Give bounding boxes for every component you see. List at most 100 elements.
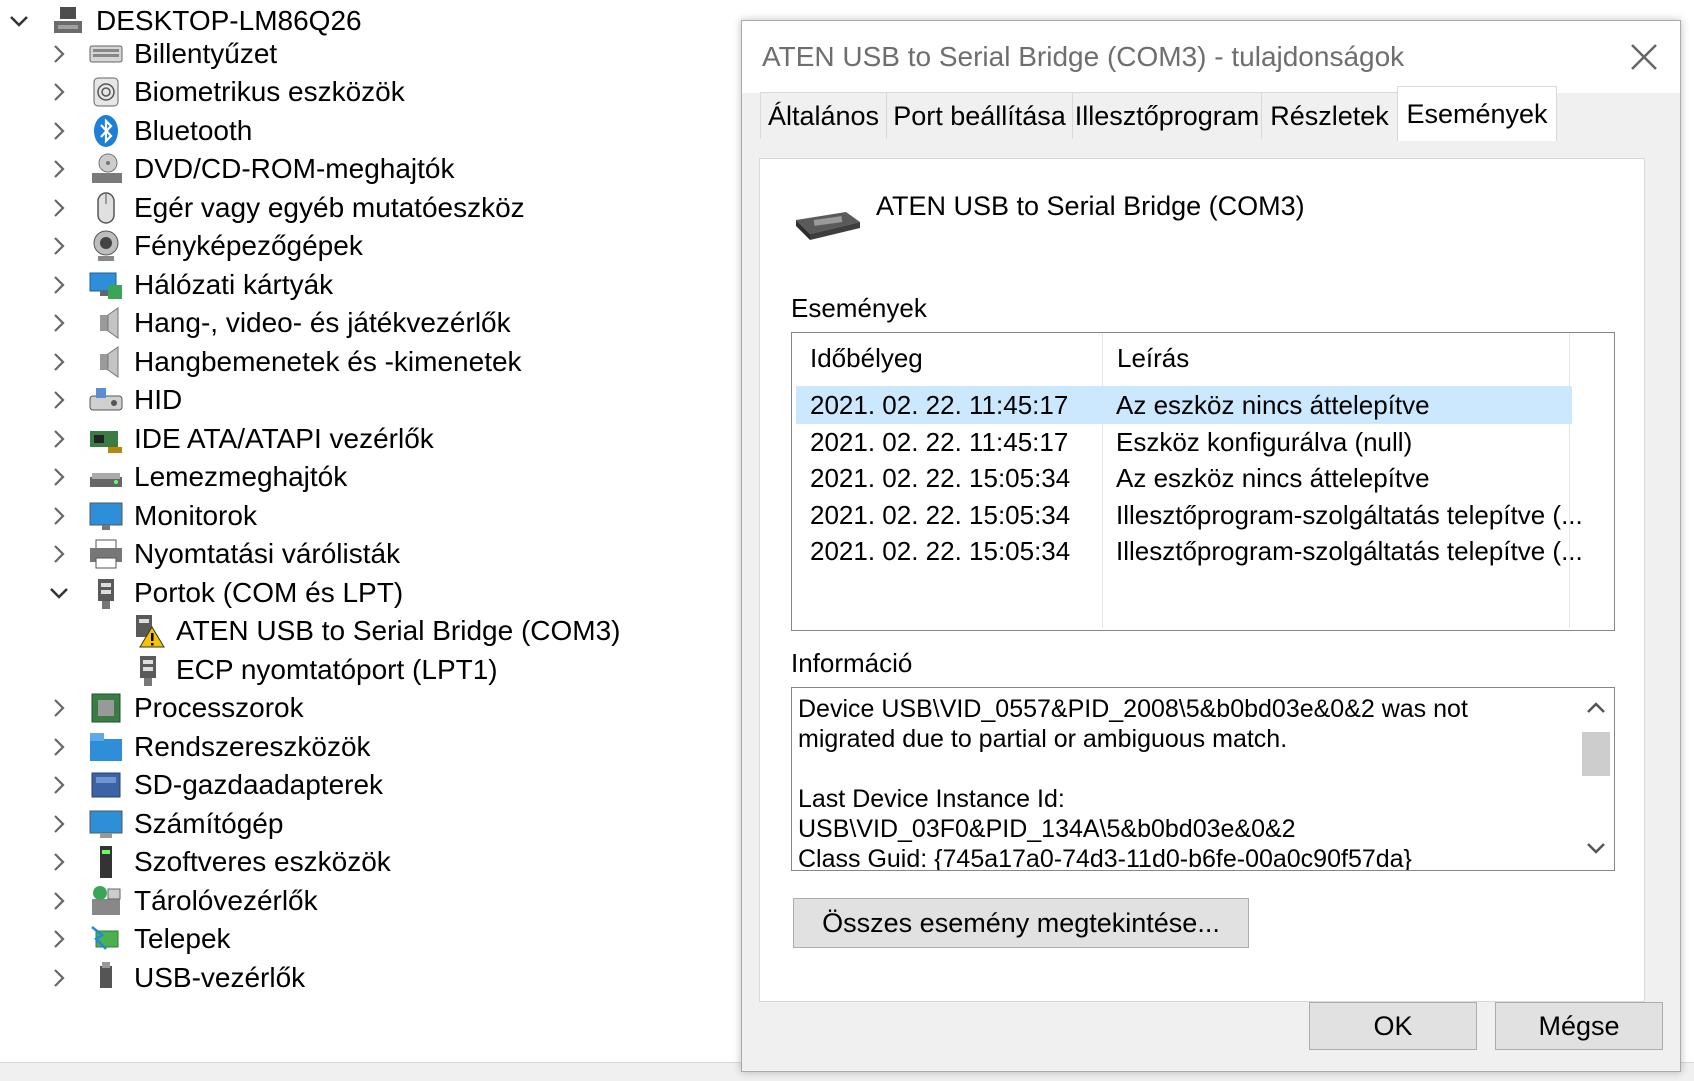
chevron-right-icon[interactable] [48,813,70,835]
tree-item-label: Bluetooth [134,114,253,146]
tree-category-item[interactable]: Számítógép [48,803,283,844]
tree-item-label: Egér vagy egyéb mutatóeszköz [134,191,525,223]
chevron-right-icon[interactable] [48,120,70,142]
tree-device-item[interactable]: ECP nyomtatóport (LPT1) [130,649,498,690]
tree-category-item[interactable]: DVD/CD-ROM-meghajtók [48,149,455,190]
tree-category-item[interactable]: Bluetooth [48,110,252,151]
scroll-up-icon[interactable] [1586,700,1606,719]
system-devices-icon [88,729,124,765]
event-row[interactable]: 2021. 02. 22. 11:45:17 Az eszköz nincs át… [796,386,1572,424]
dialog-titlebar[interactable]: ATEN USB to Serial Bridge (COM3) - tulaj… [742,21,1680,93]
chevron-right-icon[interactable] [48,466,70,488]
tab-general[interactable]: Általános [760,92,887,139]
event-description: Illesztőprogram-szolgáltatás telepítve (… [1116,499,1583,530]
ok-button[interactable]: OK [1309,1002,1477,1050]
tree-category-item[interactable]: Rendszereszközök [48,726,371,767]
tree-item-label: IDE ATA/ATAPI vezérlők [134,422,434,454]
close-icon[interactable] [1622,35,1666,79]
chevron-right-icon[interactable] [48,928,70,950]
event-row[interactable]: 2021. 02. 22. 15:05:34 Az eszköz nincs át… [796,459,1572,497]
tree-device-item[interactable]: ATEN USB to Serial Bridge (COM3) [130,611,621,652]
chevron-right-icon[interactable] [48,967,70,989]
chevron-right-icon[interactable] [48,774,70,796]
tree-item-label: DVD/CD-ROM-meghajtók [134,153,455,184]
view-all-events-button[interactable]: Összes esemény megtekintése... [793,898,1249,948]
tree-category-item[interactable]: Telepek [48,919,231,960]
tree-item-label: Fényképezőgépek [134,230,363,261]
tab-events[interactable]: Események [1397,86,1557,141]
cancel-button[interactable]: Mégse [1495,1002,1663,1050]
network-adapter-icon [88,267,124,303]
chevron-down-icon[interactable] [8,10,30,32]
tree-item-label: Biometrikus eszközök [134,76,405,107]
scroll-thumb[interactable] [1582,732,1610,776]
tab-details[interactable]: Részletek [1261,92,1398,139]
chevron-right-icon[interactable] [48,43,70,65]
column-header-timestamp[interactable]: Időbélyeg [810,343,923,374]
event-row[interactable]: 2021. 02. 22. 15:05:34 Illesztőprogram-sz… [796,532,1583,570]
chevron-right-icon[interactable] [48,351,70,373]
tree-item-label: Processzorok [134,692,304,723]
tree-category-item[interactable]: Egér vagy egyéb mutatóeszköz [48,187,525,228]
information-scrollbar[interactable] [1578,688,1614,870]
disk-drive-icon [88,459,124,495]
tree-category-item[interactable]: Processzorok [48,688,304,729]
event-row[interactable]: 2021. 02. 22. 15:05:34 Illesztőprogram-sz… [796,496,1583,534]
tab-driver[interactable]: Illesztőprogram [1072,92,1262,139]
event-description: Illesztőprogram-szolgáltatás telepítve (… [1116,536,1583,566]
tree-category-item[interactable]: Hálózati kártyák [48,264,333,305]
tree-category-item[interactable]: Nyomtatási várólisták [48,534,400,575]
event-timestamp: 2021. 02. 22. 15:05:34 [810,463,1071,493]
chevron-right-icon[interactable] [48,389,70,411]
tree-category-item[interactable]: Portok (COM és LPT) [48,572,403,613]
tree-category-item[interactable]: Hangbemenetek és -kimenetek [48,341,522,382]
event-timestamp: 2021. 02. 22. 15:05:34 [810,499,1071,530]
chevron-right-icon[interactable] [48,274,70,296]
chevron-right-icon[interactable] [48,851,70,873]
chevron-down-icon[interactable] [48,582,70,604]
port-warning-icon [130,613,166,649]
tab-port-settings[interactable]: Port beállítása [886,92,1073,139]
tree-category-item[interactable]: Monitorok [48,495,257,536]
event-row[interactable]: 2021. 02. 22. 11:45:17 Eszköz konfigurálv… [796,423,1572,461]
chevron-right-icon[interactable] [48,197,70,219]
chevron-right-icon[interactable] [48,890,70,912]
chevron-right-icon[interactable] [48,428,70,450]
tree-item-label: SD-gazdaadapterek [134,769,384,800]
tree-category-item[interactable]: Lemezmeghajtók [48,457,347,498]
tree-category-item[interactable]: SD-gazdaadapterek [48,765,383,806]
chevron-right-icon[interactable] [48,235,70,257]
chevron-right-icon[interactable] [48,312,70,334]
event-timestamp: 2021. 02. 22. 11:45:17 [810,426,1069,457]
chevron-right-icon[interactable] [48,697,70,719]
information-textbox[interactable]: Device USB\VID_0557&PID_2008\5&b0bd03e&0… [791,687,1615,871]
events-list[interactable]: Időbélyeg Leírás 2021. 02. 22. 11:45:17 A… [791,332,1615,631]
device-tree: DESKTOP-LM86Q26 Billentyűzet Biometrikus … [0,0,740,1062]
chevron-right-icon[interactable] [48,736,70,758]
tree-item-label: Telepek [134,923,231,954]
tree-category-item[interactable]: Szoftveres eszközök [48,842,391,883]
tree-item-label: Hálózati kártyák [134,268,334,300]
device-name: ATEN USB to Serial Bridge (COM3) [876,191,1305,221]
scroll-down-icon[interactable] [1586,842,1606,861]
chevron-right-icon[interactable] [48,158,70,180]
chevron-right-icon[interactable] [48,81,70,103]
tree-category-item[interactable]: IDE ATA/ATAPI vezérlők [48,418,434,459]
mouse-icon [88,190,124,226]
tree-category-item[interactable]: USB-vezérlők [48,957,305,998]
chevron-right-icon[interactable] [48,543,70,565]
tree-category-item[interactable]: HID [48,380,182,421]
printer-icon [88,536,124,572]
event-description: Eszköz konfigurálva (null) [1116,426,1413,457]
tree-item-label: Hangbemenetek és -kimenetek [134,345,522,377]
column-header-description[interactable]: Leírás [1117,343,1189,374]
tree-category-item[interactable]: Tárolóvezérlők [48,880,318,921]
tree-root-label: DESKTOP-LM86Q26 [96,4,362,36]
tree-category-item[interactable]: Fényképezőgépek [48,226,363,267]
tree-category-item[interactable]: Hang-, video- és játékvezérlők [48,303,511,344]
tree-category-item[interactable]: Biometrikus eszközök [48,72,405,113]
chevron-right-icon[interactable] [48,505,70,527]
tree-category-item[interactable]: Billentyűzet [48,33,277,74]
event-description: Az eszköz nincs áttelepítve [1116,463,1430,493]
battery-icon [88,921,124,957]
